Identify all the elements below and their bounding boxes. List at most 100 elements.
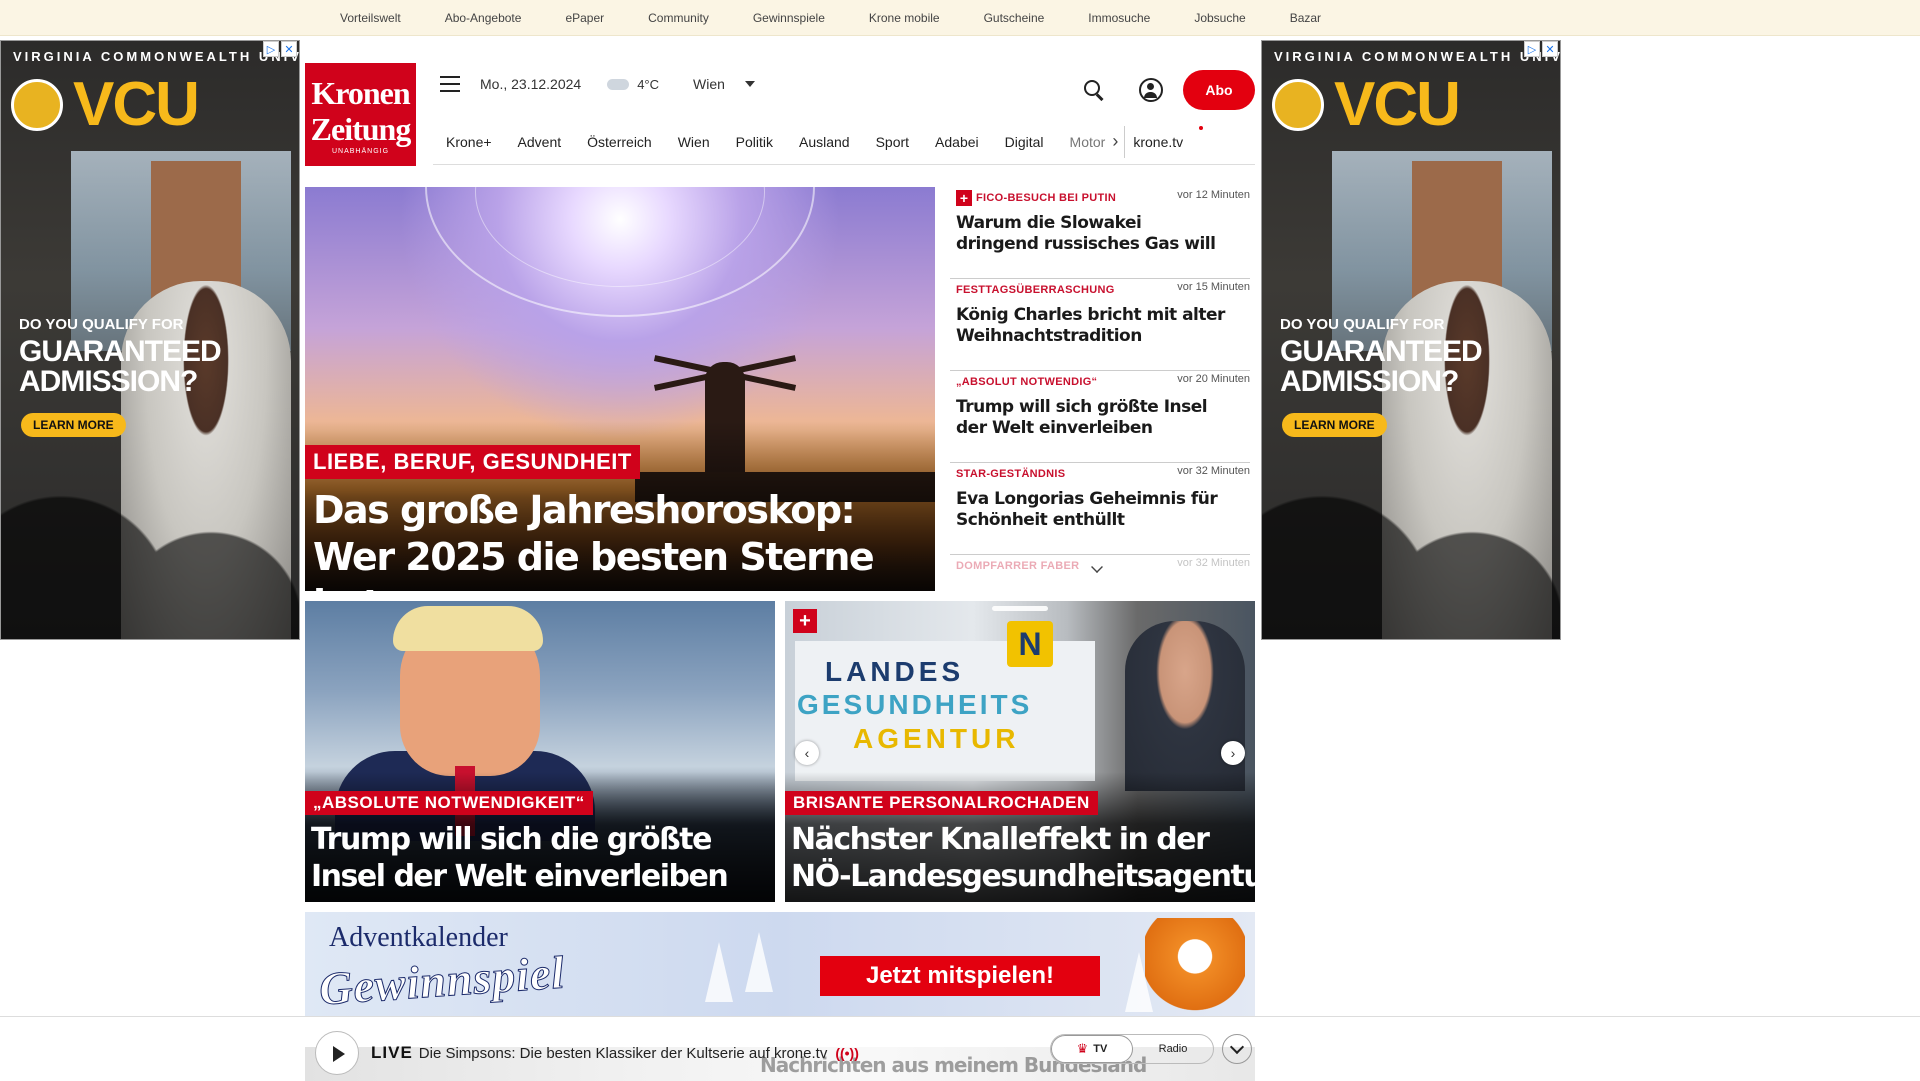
service-link-epaper[interactable]: ePaper — [565, 11, 604, 25]
player-controls: LIVE Die Simpsons: Die besten Klassiker … — [305, 1031, 1255, 1075]
tv-option[interactable]: ♛ TV — [1051, 1035, 1133, 1063]
tv-radio-toggle: ♛ TV Radio — [1050, 1034, 1214, 1064]
service-link-bazar[interactable]: Bazar — [1290, 11, 1321, 25]
news-title[interactable]: Trump will sich größte Insel der Welt ei… — [956, 397, 1226, 439]
user-account-icon[interactable] — [1139, 78, 1163, 102]
service-link-gutscheine[interactable]: Gutscheine — [984, 11, 1045, 25]
vcu-ad-left[interactable]: VIRGINIA COMMONWEALTH UNIVERSITY ▷ ✕ VCU… — [0, 40, 300, 640]
service-link-vorteilswelt[interactable]: Vorteilswelt — [340, 11, 401, 25]
city-selector[interactable]: Wien — [693, 76, 755, 92]
teaser-card-trump[interactable]: „ABSOLUTE NOTWENDIGKEIT“ Trump will sich… — [305, 601, 775, 902]
news-title[interactable]: König Charles bricht mit alter Weihnacht… — [956, 305, 1226, 347]
service-link-immosuche[interactable]: Immosuche — [1088, 11, 1150, 25]
news-time: vor 20 Minuten — [1177, 373, 1250, 385]
ad-line2: GUARANTEED — [1280, 335, 1483, 368]
news-list-item[interactable]: „ABSOLUT NOTWENDIG“ vor 20 Minuten Trump… — [950, 371, 1250, 463]
nav-item-wien[interactable]: Wien — [678, 134, 710, 150]
nav-item-advent[interactable]: Advent — [518, 134, 562, 150]
nav-item-krone-plus[interactable]: Krone+ — [446, 134, 492, 150]
card-headline-line2: Insel der Welt einverleiben — [311, 859, 729, 894]
chevron-right-icon[interactable]: › — [1112, 131, 1118, 152]
adchoices-icon[interactable]: ▷ — [263, 41, 279, 57]
krone-plus-icon: + — [793, 609, 817, 633]
current-date: Mo., 23.12.2024 — [480, 76, 582, 92]
carousel-prev-icon[interactable]: ‹ — [795, 741, 819, 765]
ad-university-name: VIRGINIA COMMONWEALTH UNIVERSITY — [13, 49, 299, 64]
radio-option[interactable]: Radio — [1133, 1035, 1213, 1063]
service-link-abo-angebote[interactable]: Abo-Angebote — [445, 11, 522, 25]
advent-subtitle: Gewinnspiel — [317, 946, 567, 1015]
card-headline-line1: Nächster Knalleffekt in der — [791, 822, 1210, 857]
hero-article[interactable]: LIEBE, BERUF, GESUNDHEIT Das große Jahre… — [305, 187, 935, 591]
service-link-krone-mobile[interactable]: Krone mobile — [869, 11, 940, 25]
hero-kicker: LIEBE, BERUF, GESUNDHEIT — [305, 445, 640, 479]
news-list-item[interactable]: + FICO-BESUCH BEI PUTIN vor 12 Minuten W… — [950, 187, 1250, 279]
news-title[interactable]: Eva Longorias Geheimnis für Schönheit en… — [956, 489, 1226, 531]
nav-item-ausland[interactable]: Ausland — [799, 134, 850, 150]
ad-university-name: VIRGINIA COMMONWEALTH UNIVERSITY — [1274, 49, 1560, 64]
service-link-jobsuche[interactable]: Jobsuche — [1194, 11, 1245, 25]
hero-headline[interactable]: Das große Jahreshoroskop: Wer 2025 die b… — [313, 487, 929, 591]
logo-line1: Kronen — [311, 74, 410, 111]
card-headline[interactable]: Trump will sich die größte Insel der Wel… — [311, 821, 771, 895]
vcu-seal-logo — [1272, 79, 1324, 131]
news-category: FESTTAGSÜBERRASCHUNG — [956, 284, 1115, 296]
news-category: „ABSOLUT NOTWENDIG“ — [956, 376, 1098, 388]
latest-news-list: + FICO-BESUCH BEI PUTIN vor 12 Minuten W… — [950, 187, 1250, 577]
ad-close-icon[interactable]: ✕ — [281, 41, 297, 57]
vcu-seal-logo — [11, 79, 63, 131]
teaser-card-landesgesundheitsagentur[interactable]: LANDES GESUNDHEITS AGENTUR N + ‹ › BRISA… — [785, 601, 1255, 902]
weather-widget[interactable]: 4°C — [607, 77, 659, 92]
chevron-down-icon[interactable] — [1222, 1034, 1252, 1064]
now-playing-text[interactable]: Die Simpsons: Die besten Klassiker der K… — [419, 1045, 828, 1062]
carousel-next-icon[interactable]: › — [1221, 741, 1245, 765]
card-headline-line1: Trump will sich die größte — [311, 822, 712, 857]
play-icon[interactable] — [315, 1031, 359, 1075]
vcu-ad-right[interactable]: VIRGINIA COMMONWEALTH UNIVERSITY ▷ ✕ VCU… — [1261, 40, 1561, 640]
nav-item-digital[interactable]: Digital — [1005, 134, 1044, 150]
news-time: vor 32 Minuten — [1177, 465, 1250, 477]
fox-mascot-image — [1145, 918, 1245, 1014]
nav-item-politik[interactable]: Politik — [736, 134, 773, 150]
tree-icon — [745, 932, 773, 992]
man-portrait-image — [1125, 621, 1245, 791]
nav-item-krone-tv[interactable]: krone.tv — [1133, 125, 1203, 150]
ad-headline: GUARANTEED ADMISSION? — [1280, 335, 1483, 398]
kronen-zeitung-logo[interactable]: Kronen Zeitung UNABHÄNGIG — [305, 63, 416, 166]
krone-plus-icon: + — [956, 190, 972, 206]
service-link-community[interactable]: Community — [648, 11, 709, 25]
service-link-gewinnspiele[interactable]: Gewinnspiele — [753, 11, 825, 25]
adchoices-icon[interactable]: ▷ — [1524, 41, 1540, 57]
logo-tagline: UNABHÄNGIG — [331, 147, 390, 155]
ad-line3: ADMISSION? — [1280, 365, 1459, 398]
site-header: Kronen Zeitung UNABHÄNGIG Mo., 23.12.202… — [305, 62, 1255, 168]
nav-item-oesterreich[interactable]: Österreich — [587, 134, 652, 150]
ad-choices: ▷ ✕ — [263, 41, 297, 57]
ad-learn-more-button[interactable]: LEARN MORE — [21, 413, 126, 437]
live-player-bar: Nachrichten aus meinem Bundesland LIVE D… — [0, 1016, 1920, 1081]
nav-item-motor[interactable]: Motor — [1070, 134, 1106, 150]
logo-line2: Zeitung — [310, 110, 412, 147]
caret-down-icon — [744, 81, 755, 87]
temperature: 4°C — [637, 76, 660, 92]
abo-button[interactable]: Abo — [1183, 70, 1255, 110]
carousel-indicator — [992, 606, 1048, 611]
ad-close-icon[interactable]: ✕ — [1542, 41, 1558, 57]
advent-calendar-banner[interactable]: Adventkalender Gewinnspiel Jetzt mitspie… — [305, 912, 1255, 1016]
news-list-item[interactable]: FESTTAGSÜBERRASCHUNG vor 15 Minuten Köni… — [950, 279, 1250, 371]
news-time: vor 32 Minuten — [1177, 557, 1250, 569]
sign-text-gesundheits: GESUNDHEITS — [797, 689, 1033, 720]
ad-learn-more-button[interactable]: LEARN MORE — [1282, 413, 1387, 437]
search-icon[interactable] — [1083, 79, 1105, 101]
news-list-item[interactable]: STAR-GESTÄNDNIS vor 32 Minuten Eva Longo… — [950, 463, 1250, 555]
news-title[interactable]: Warum die Slowakei dringend russisches G… — [956, 213, 1226, 255]
card-headline[interactable]: Nächster Knalleffekt in der NÖ-Landesges… — [791, 821, 1255, 895]
ad-paint-splatter — [1262, 479, 1560, 639]
news-time: vor 15 Minuten — [1177, 281, 1250, 293]
advent-play-button[interactable]: Jetzt mitspielen! — [820, 956, 1100, 996]
advent-title: Adventkalender — [329, 922, 508, 953]
hamburger-menu-icon[interactable] — [440, 76, 460, 92]
nav-item-adabei[interactable]: Adabei — [935, 134, 979, 150]
trump-hair-image — [393, 606, 543, 651]
nav-item-sport[interactable]: Sport — [876, 134, 909, 150]
